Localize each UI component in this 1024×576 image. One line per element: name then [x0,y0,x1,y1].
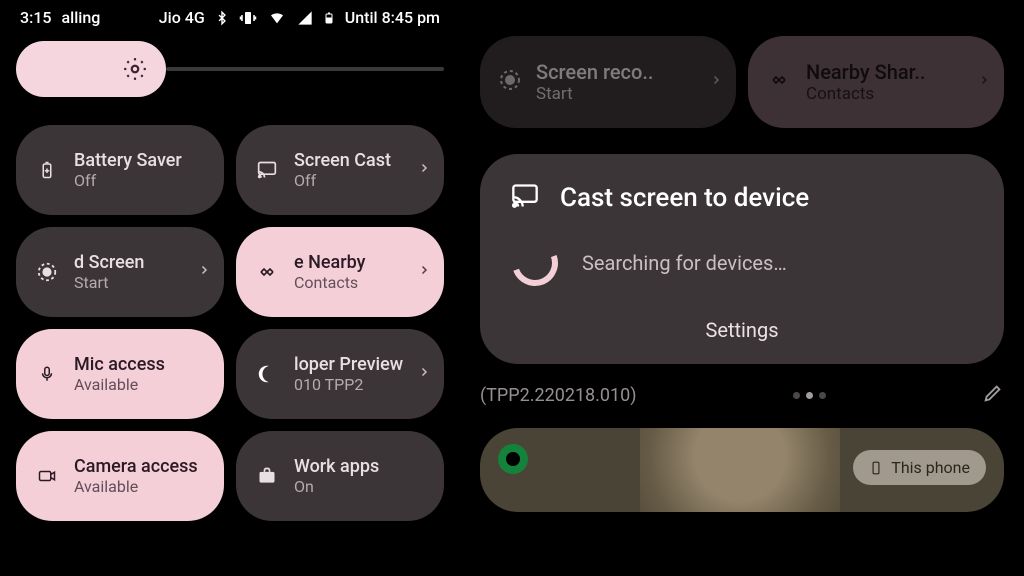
tile-title: Battery Saver [74,150,206,172]
bluetooth-icon [215,9,229,27]
spotify-icon [498,444,528,474]
tile-screen-record[interactable]: d Screen Start [16,227,224,317]
edit-tiles-button[interactable] [982,382,1004,408]
battery-icon [323,9,335,27]
tile-subtitle: Start [536,84,718,104]
tile-title: Screen reco.. [536,60,718,84]
tile-subtitle: Off [74,171,206,190]
status-battery-until: Until 8:45 pm [345,8,440,27]
qs-footer: (TPP2.220218.010) [480,382,1004,408]
quick-settings-left-panel: 3:15 alling Jio 4G Until 8:45 pm Battery… [0,0,460,576]
tile-screen-record-r[interactable]: Screen reco.. Start [480,36,736,128]
tile-subtitle: Contacts [294,273,426,292]
build-number: (TPP2.220218.010) [480,385,637,406]
wifi-icon [267,10,287,26]
quick-settings-right-panel: Screen reco.. Start Nearby Shar.. Contac… [460,0,1024,576]
cast-searching-label: Searching for devices… [582,251,787,275]
qs-tile-grid: Battery Saver Off Screen Cast Off d Scre… [16,125,444,521]
tile-title: Mic access [74,354,206,376]
status-bar: 3:15 alling Jio 4G Until 8:45 pm [16,8,444,41]
cast-icon [508,182,542,214]
qs-top-tiles: Screen reco.. Start Nearby Shar.. Contac… [480,36,1004,128]
cast-settings-button[interactable]: Settings [508,308,976,342]
brightness-gear-icon [122,56,148,82]
battery-saver-icon [34,158,60,182]
tile-nearby-share-r[interactable]: Nearby Shar.. Contacts [748,36,1004,128]
moon-icon [254,363,280,385]
tile-title: e Nearby [294,252,426,274]
tile-title: d Screen [74,252,206,274]
tile-subtitle: 010 TPP2 [294,375,426,394]
cast-title: Cast screen to device [560,183,809,213]
brightness-track[interactable] [166,67,444,71]
mic-icon [34,362,60,386]
tile-subtitle: Available [74,477,206,496]
tile-mic-access[interactable]: Mic access Available [16,329,224,419]
tile-subtitle: Available [74,375,206,394]
tile-subtitle: Contacts [806,84,986,104]
tile-title: Work apps [294,456,426,478]
briefcase-icon [254,466,280,486]
tile-subtitle: Off [294,171,426,190]
chevron-right-icon [198,260,210,284]
phone-icon [869,459,883,477]
chevron-right-icon [978,70,990,94]
status-time: 3:15 [20,8,52,27]
brightness-slider[interactable] [16,41,444,97]
output-device-label: This phone [891,458,970,477]
signal-icon [297,10,313,26]
nearby-share-icon [254,263,280,281]
record-icon [498,68,522,96]
tile-work-apps[interactable]: Work apps On [236,431,444,521]
cast-dialog: Cast screen to device Searching for devi… [480,154,1004,364]
camera-icon [34,467,60,485]
tile-title: Screen Cast [294,150,426,172]
chevron-right-icon [418,362,430,386]
vibrate-icon [239,9,257,27]
media-player-card[interactable]: This phone [480,428,1004,512]
record-icon [34,261,60,283]
chevron-right-icon [710,70,722,94]
brightness-thumb[interactable] [16,41,166,97]
page-indicator[interactable] [793,392,826,399]
tile-title: Camera access [74,456,206,478]
tile-subtitle: Start [74,273,206,292]
cast-icon [254,160,280,180]
status-call-label: alling [62,8,101,27]
tile-dev-preview[interactable]: loper Preview 010 TPP2 [236,329,444,419]
tile-nearby-share[interactable]: e Nearby Contacts [236,227,444,317]
tile-title: Nearby Shar.. [806,60,986,84]
output-device-chip[interactable]: This phone [853,450,986,485]
chevron-right-icon [418,260,430,284]
tile-screen-cast[interactable]: Screen Cast Off [236,125,444,215]
tile-battery-saver[interactable]: Battery Saver Off [16,125,224,215]
loading-spinner-icon [504,232,565,293]
tile-subtitle: On [294,477,426,496]
tile-title: loper Preview [294,354,426,376]
chevron-right-icon [418,158,430,182]
tile-camera-access[interactable]: Camera access Available [16,431,224,521]
nearby-share-icon [766,71,792,93]
status-carrier: Jio 4G [159,8,205,27]
album-art [640,428,840,512]
